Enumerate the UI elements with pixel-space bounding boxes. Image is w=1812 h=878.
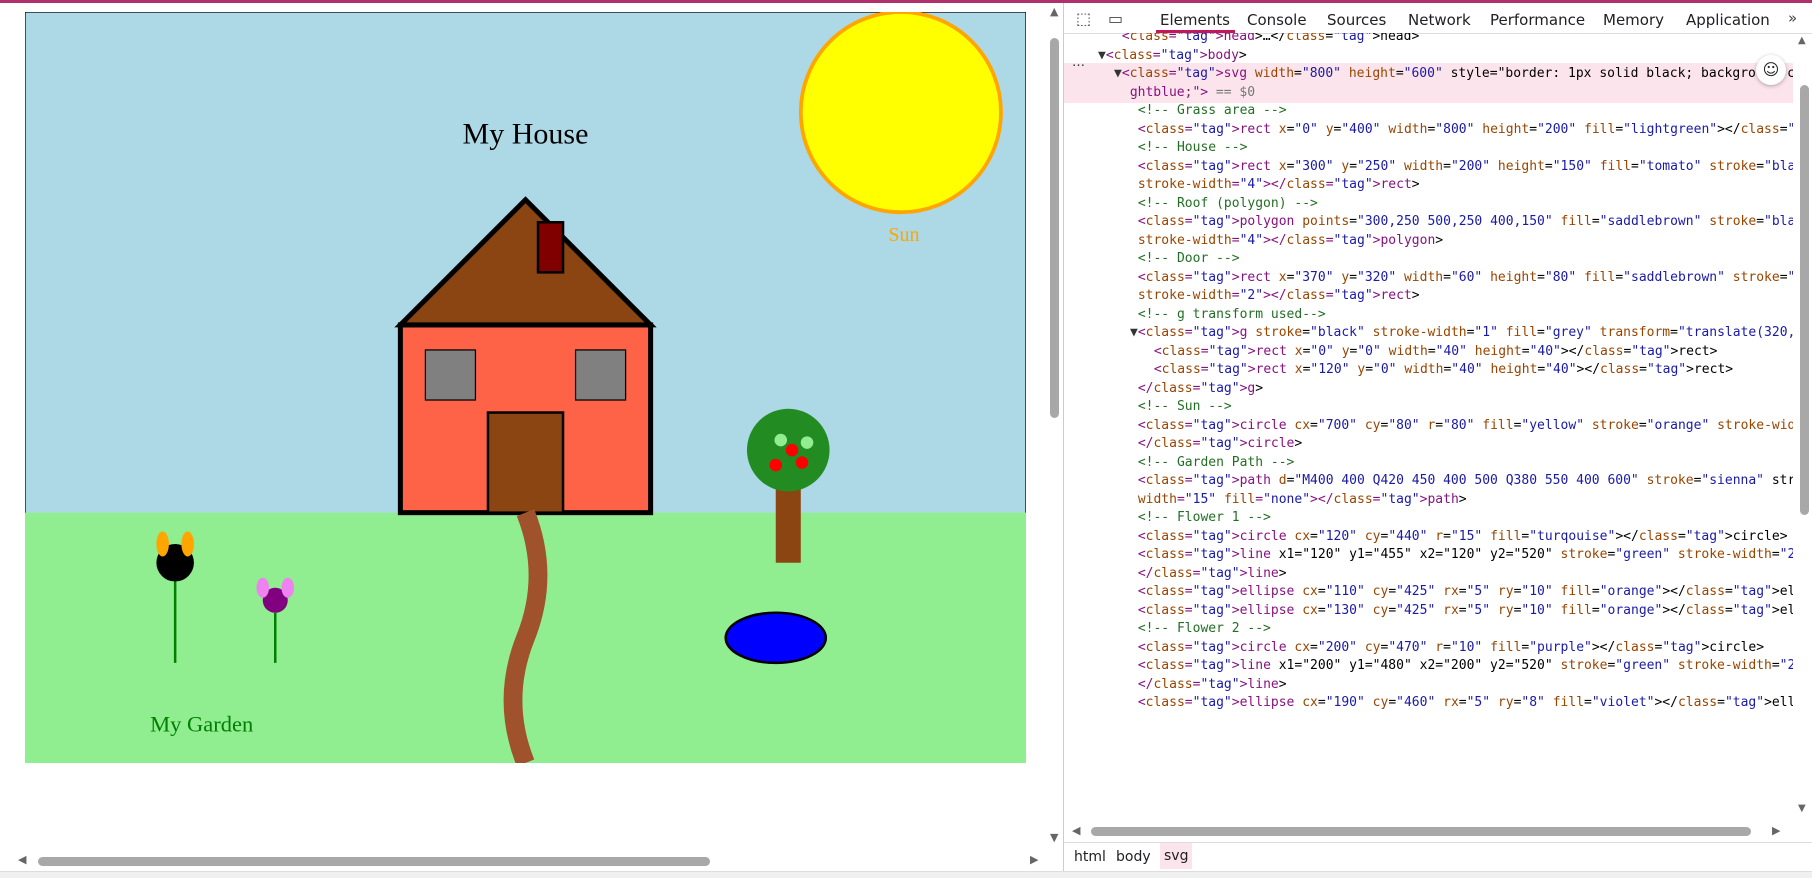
flower-2-petal xyxy=(256,577,269,598)
more-options-icon[interactable]: … xyxy=(1072,55,1085,70)
scroll-down-icon[interactable]: ▼ xyxy=(1798,803,1806,814)
tab-console[interactable]: Console xyxy=(1247,11,1307,29)
dom-node-line[interactable]: <class="tag">ellipse cx="190" cy="460" r… xyxy=(1064,692,1793,713)
scroll-left-icon[interactable]: ◀ xyxy=(18,853,26,866)
sun xyxy=(798,12,1003,215)
pond xyxy=(724,611,828,665)
tab-performance[interactable]: Performance xyxy=(1490,11,1585,29)
flower-1-petal xyxy=(156,531,169,557)
tab-network[interactable]: Network xyxy=(1408,11,1471,29)
scroll-thumb[interactable] xyxy=(1800,85,1809,515)
tab-sources[interactable]: Sources xyxy=(1327,11,1386,29)
flower-2-petal xyxy=(281,577,295,598)
garden-label: My Garden xyxy=(150,712,253,737)
tree-light-fruit xyxy=(800,436,814,449)
expand-triangle-icon[interactable]: ▼ xyxy=(1114,66,1122,81)
expand-triangle-icon[interactable]: ▼ xyxy=(1098,48,1106,63)
scroll-up-icon[interactable]: ▲ xyxy=(1798,35,1806,46)
sun-label: Sun xyxy=(888,224,919,246)
devtools-tab-bar: ⬚ ▭ Elements Console Sources Network Per… xyxy=(1064,3,1812,34)
breadcrumb-body[interactable]: body xyxy=(1112,849,1155,865)
scroll-up-icon[interactable]: ▲ xyxy=(1050,5,1058,18)
chevron-double-right-icon[interactable]: » xyxy=(1788,9,1797,27)
tab-elements[interactable]: Elements xyxy=(1160,11,1230,29)
breadcrumb-svg[interactable]: svg xyxy=(1160,843,1193,869)
scroll-thumb[interactable] xyxy=(1050,38,1059,418)
tree-apple xyxy=(795,456,809,469)
inspect-element-icon[interactable]: ⬚ xyxy=(1076,9,1091,28)
tree-trunk xyxy=(775,487,801,563)
chimney xyxy=(536,221,565,274)
scroll-thumb[interactable] xyxy=(38,857,710,866)
page-viewport[interactable]: Sun My House My Garden xyxy=(0,3,1047,871)
devtools-panel: ⬚ ▭ Elements Console Sources Network Per… xyxy=(1063,3,1812,872)
breadcrumb: html body svg xyxy=(1064,842,1812,872)
tab-application[interactable]: Application xyxy=(1686,11,1770,29)
house-drawing: Sun My House My Garden xyxy=(25,12,1026,763)
breadcrumb-html[interactable]: html xyxy=(1070,849,1110,865)
scroll-down-icon[interactable]: ▼ xyxy=(1050,831,1058,844)
scroll-right-icon[interactable]: ▶ xyxy=(1772,824,1780,837)
elements-tree[interactable]: <class="tag">head>…</class="tag">head> ▼<… xyxy=(1064,33,1793,823)
tree-apple xyxy=(785,443,799,457)
devtools-horizontal-scrollbar[interactable]: ◀ ▶ xyxy=(1072,824,1797,840)
scroll-right-icon[interactable]: ▶ xyxy=(1030,853,1038,866)
tab-memory[interactable]: Memory xyxy=(1603,11,1664,29)
accessibility-icon[interactable]: ☺ xyxy=(1756,55,1786,85)
tree-apple xyxy=(769,458,783,472)
door xyxy=(486,411,565,514)
drawing-title: My House xyxy=(463,117,589,150)
page-horizontal-scrollbar[interactable]: ◀ ▶ xyxy=(15,852,1045,870)
page-vertical-scrollbar[interactable]: ▲ ▼ xyxy=(1047,3,1063,853)
device-toolbar-icon[interactable]: ▭ xyxy=(1108,9,1123,28)
window-right xyxy=(574,349,627,401)
flower-1-petal xyxy=(181,531,194,557)
window-left xyxy=(424,349,477,401)
expand-triangle-icon[interactable]: ▼ xyxy=(1130,325,1138,340)
tree-light-fruit xyxy=(774,433,788,447)
scroll-thumb[interactable] xyxy=(1091,827,1751,836)
devtools-vertical-scrollbar[interactable]: ▲ ▼ xyxy=(1797,33,1811,823)
scroll-left-icon[interactable]: ◀ xyxy=(1072,824,1080,837)
